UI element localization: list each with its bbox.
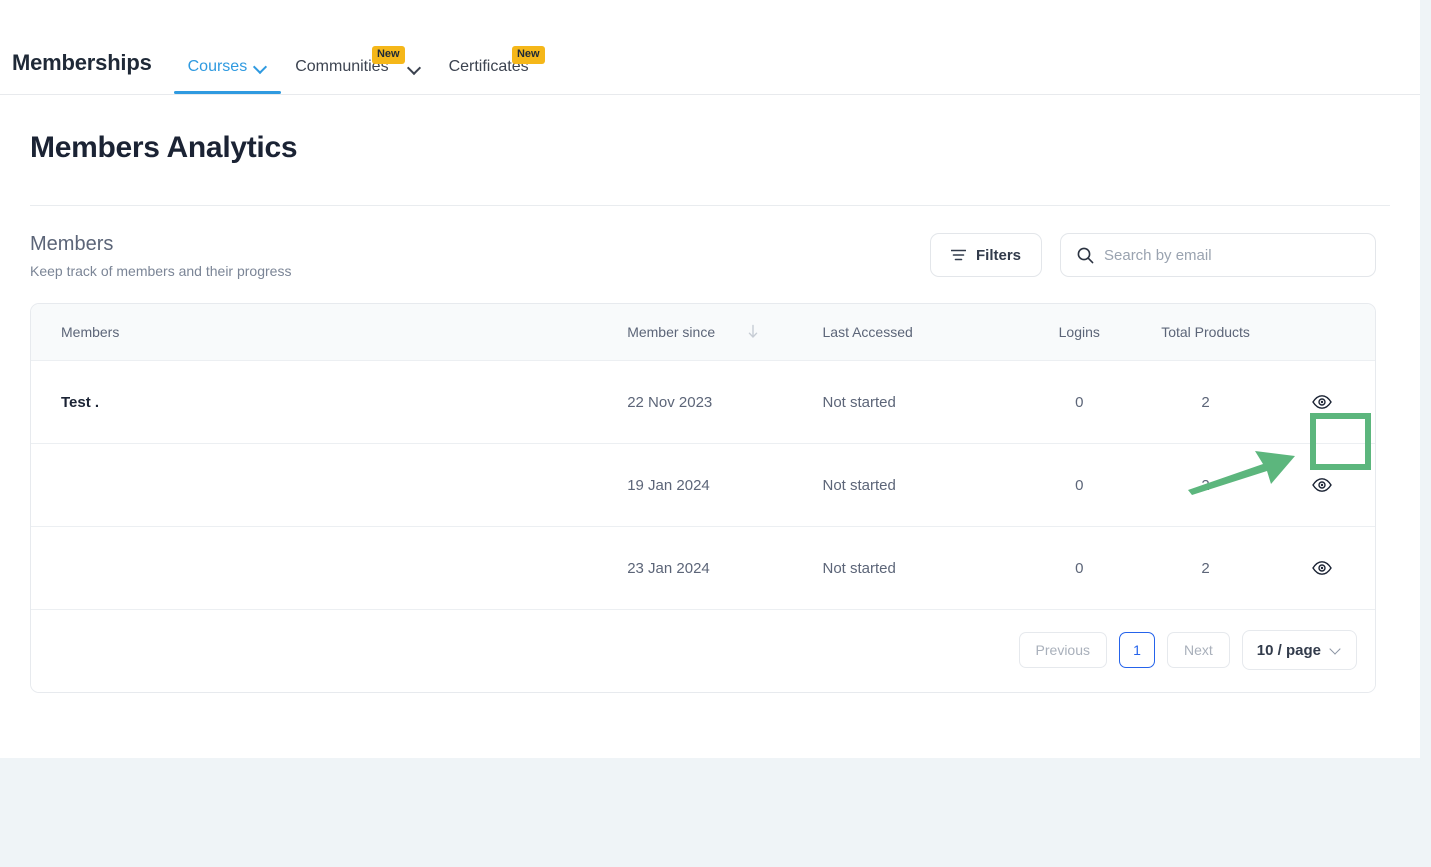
nav-tab-courses-label: Courses	[187, 58, 248, 75]
table-row[interactable]: 23 Jan 2024 Not started 0 2	[31, 526, 1375, 611]
view-member-eye-button[interactable]	[1311, 557, 1333, 579]
chevron-down-icon	[1331, 645, 1342, 656]
table-row[interactable]: 19 Jan 2024 Not started 0 2	[31, 443, 1375, 528]
col-header-logins[interactable]: Logins	[1016, 304, 1143, 362]
brand-title: Memberships	[12, 50, 152, 75]
cell-member-name	[31, 443, 628, 528]
cell-member-since: 22 Nov 2023	[627, 360, 823, 445]
badge-new-certificates: New	[511, 46, 545, 64]
col-header-member-since[interactable]: Member since	[627, 304, 823, 362]
cell-logins: 0	[1016, 360, 1143, 445]
col-header-total-products[interactable]: Total Products	[1142, 304, 1269, 362]
cell-member-since: 23 Jan 2024	[627, 526, 823, 611]
view-member-eye-button[interactable]	[1311, 474, 1333, 496]
section-subtitle: Keep track of members and their progress	[30, 263, 292, 279]
search-icon	[1077, 247, 1094, 263]
chevron-down-icon	[255, 61, 267, 73]
pagination: Previous 1 Next 10 / page	[31, 610, 1375, 693]
cell-actions	[1268, 526, 1375, 611]
cell-actions	[1268, 360, 1375, 445]
search-box[interactable]	[1060, 233, 1376, 277]
cell-member-name: Test .	[31, 360, 628, 445]
eye-icon	[1312, 478, 1332, 493]
cell-logins: 0	[1016, 443, 1143, 528]
table-row[interactable]: Test . 22 Nov 2023 Not started 0 2	[31, 360, 1375, 445]
nav-tab-communities-label-wrap: Communities New	[295, 46, 405, 76]
cell-member-name	[31, 526, 628, 611]
chevron-down-icon	[409, 62, 421, 74]
filters-button[interactable]: Filters	[929, 233, 1042, 277]
pagination-next-button[interactable]: Next	[1167, 632, 1230, 669]
nav-tab-communities[interactable]: Communities New	[281, 46, 405, 94]
section-header-actions: Filters	[929, 233, 1376, 277]
top-navigation-bar: Memberships Courses Communities New Cert…	[0, 0, 1420, 95]
cell-total-products: 2	[1142, 443, 1269, 528]
arrow-down-icon	[748, 324, 758, 338]
eye-icon	[1312, 561, 1332, 576]
main-content: Members Analytics Members Keep track of …	[0, 95, 1420, 694]
cell-last-accessed: Not started	[822, 443, 1017, 528]
col-header-member-since-label: Member since	[627, 324, 716, 341]
members-table-body: Test . 22 Nov 2023 Not started 0 2 19 Ja…	[31, 360, 1375, 611]
cell-logins: 0	[1016, 526, 1143, 611]
nav-overflow-chevron[interactable]	[403, 62, 435, 94]
cell-last-accessed: Not started	[822, 526, 1017, 611]
cell-total-products: 2	[1142, 360, 1269, 445]
section-header-text: Members Keep track of members and their …	[30, 231, 291, 279]
section-header: Members Keep track of members and their …	[30, 231, 1376, 279]
right-background-strip	[1420, 0, 1431, 867]
filters-button-label: Filters	[975, 246, 1021, 264]
badge-new-communities: New	[371, 46, 405, 64]
nav-tab-certificates-label-wrap: Certificates New	[449, 46, 545, 76]
pagination-previous-button[interactable]: Previous	[1018, 632, 1107, 669]
app-root: Memberships Courses Communities New Cert…	[0, 0, 1431, 867]
cell-last-accessed: Not started	[822, 360, 1017, 445]
col-header-members[interactable]: Members	[31, 304, 628, 362]
nav-inner: Memberships Courses Communities New Cert…	[0, 0, 545, 94]
nav-tab-courses-label-wrap: Courses	[188, 58, 248, 76]
page-size-select[interactable]: 10 / page	[1241, 630, 1357, 671]
search-input[interactable]	[1104, 246, 1359, 264]
nav-tab-certificates[interactable]: Certificates New	[435, 46, 545, 94]
eye-icon	[1312, 395, 1332, 410]
col-header-member-since-inner: Member since	[627, 324, 822, 340]
view-member-eye-button[interactable]	[1311, 391, 1333, 413]
filter-icon	[950, 249, 966, 261]
page-size-label: 10 / page	[1256, 641, 1321, 659]
title-divider	[30, 205, 1390, 206]
cell-member-since: 19 Jan 2024	[627, 443, 823, 528]
members-table-card: Members Member since Last Accessed Login…	[30, 303, 1376, 694]
nav-tab-courses[interactable]: Courses	[173, 58, 282, 94]
page-title: Members Analytics	[30, 131, 298, 164]
members-table-head: Members Member since Last Accessed Login…	[31, 304, 1375, 362]
pagination-page-1-button[interactable]: 1	[1119, 632, 1155, 669]
cell-total-products: 2	[1142, 526, 1269, 611]
table-header-row: Members Member since Last Accessed Login…	[31, 304, 1375, 362]
cell-actions	[1268, 443, 1375, 528]
col-header-last-accessed[interactable]: Last Accessed	[822, 304, 1017, 362]
col-header-actions	[1268, 304, 1375, 362]
section-title: Members	[30, 233, 114, 255]
members-table: Members Member since Last Accessed Login…	[31, 304, 1375, 611]
